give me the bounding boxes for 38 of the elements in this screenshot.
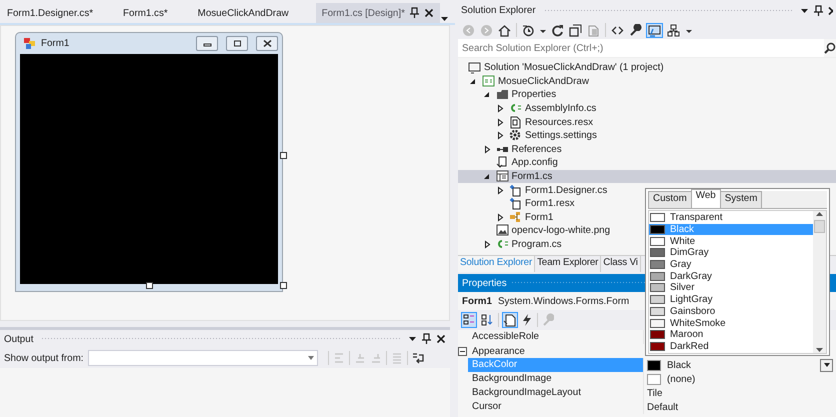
color-name: Transparent: [670, 212, 722, 224]
color-name: Gainsboro: [670, 306, 716, 317]
item-label: References: [512, 144, 562, 155]
item-label: MosueClickAndDraw: [498, 76, 589, 87]
panel-title: Output: [4, 334, 34, 344]
color-name: WhiteSmoke: [670, 318, 726, 329]
item-label: AssemblyInfo.cs: [525, 103, 596, 114]
panel-title: Properties: [462, 278, 507, 288]
color-name: Gray: [670, 259, 692, 270]
item-label: App.config: [512, 157, 558, 168]
color-name: Maroon: [670, 329, 704, 340]
color-name: White: [670, 236, 696, 247]
color-name: Silver: [670, 282, 694, 294]
color-name: DarkRed: [670, 340, 709, 352]
item-label: Settings.settings: [525, 130, 597, 142]
item-label: opencv-logo-white.png: [512, 225, 610, 236]
category-label: Appearance: [471, 346, 525, 356]
property-value: Black: [667, 360, 691, 370]
property-value: (none): [667, 374, 696, 384]
item-label: Form1: [525, 212, 554, 223]
item-label: Properties: [512, 89, 556, 100]
form-title: Form1: [41, 38, 70, 49]
item-label: Program.cs: [512, 239, 562, 250]
property-value: Tile: [647, 388, 662, 398]
item-label: Form1.resx: [525, 198, 575, 210]
property-value: Default: [647, 402, 678, 412]
item-label: Form1.Designer.cs: [525, 184, 608, 196]
panel-title: Solution Explorer: [461, 5, 536, 16]
color-name: Black: [670, 224, 694, 236]
item-label: Resources.resx: [525, 116, 594, 128]
color-name: LightGray: [670, 294, 712, 306]
object-type: System.Windows.Forms.Form: [498, 296, 630, 306]
color-name: DimGray: [670, 247, 709, 258]
field-label: Show output from:: [4, 352, 84, 364]
object-name: Form1: [462, 296, 492, 306]
item-label: Form1.cs: [512, 171, 552, 182]
color-name: DarkGray: [670, 270, 712, 282]
item-label: Solution 'MosueClickAndDraw' (1 project): [484, 62, 664, 74]
